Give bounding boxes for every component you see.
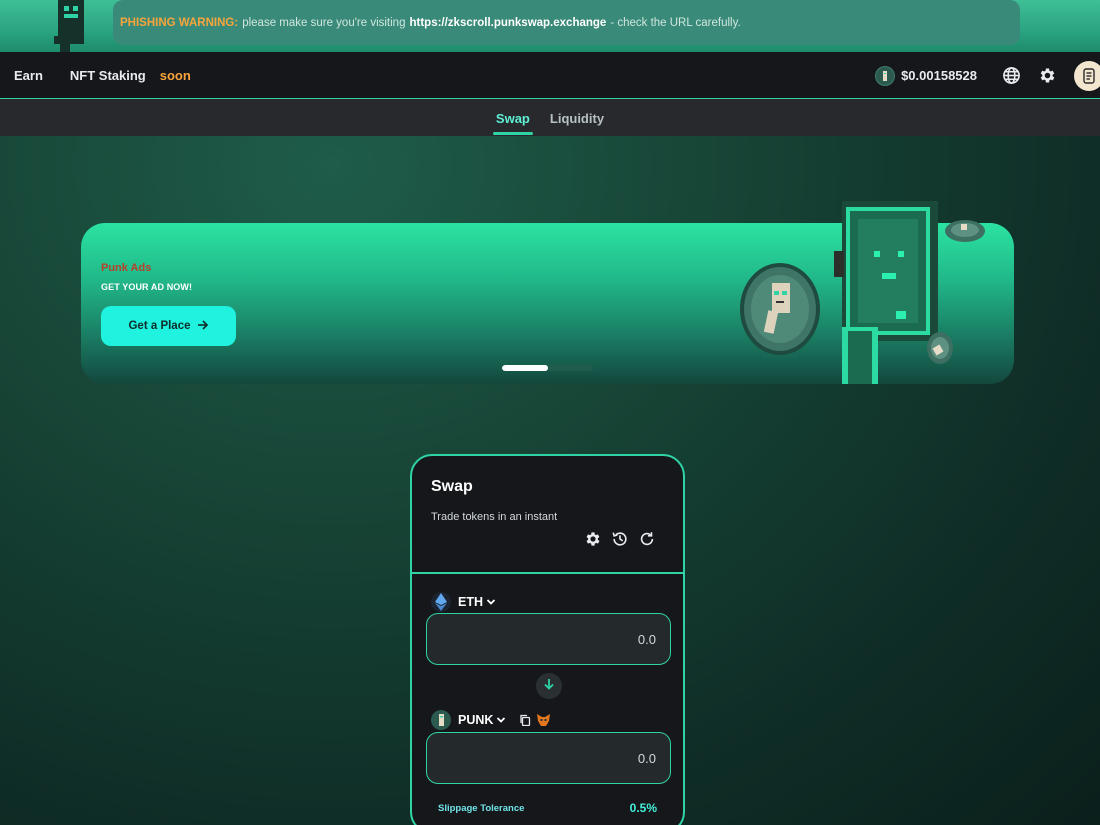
soon-badge: soon bbox=[159, 67, 191, 83]
eth-icon bbox=[431, 592, 451, 612]
scroll-avatar-icon[interactable] bbox=[1074, 60, 1100, 91]
token-price-chip[interactable]: $0.00158528 bbox=[875, 65, 977, 86]
from-amount-input[interactable]: 0.0 bbox=[426, 613, 671, 665]
arrow-down-icon bbox=[543, 677, 555, 695]
punk-coin-icon bbox=[875, 65, 896, 86]
phishing-warning-label: PHISHING WARNING: bbox=[120, 16, 239, 29]
refresh-icon[interactable] bbox=[637, 529, 657, 549]
punk-coin-image bbox=[926, 326, 956, 366]
swap-tools bbox=[576, 529, 657, 549]
get-a-place-button[interactable]: Get a Place bbox=[101, 306, 236, 346]
punk-coin-icon bbox=[431, 710, 451, 730]
from-token-symbol: ETH bbox=[458, 595, 483, 609]
tab-swap[interactable]: Swap bbox=[492, 99, 533, 136]
token-price: $0.00158528 bbox=[901, 68, 977, 83]
nav-right-group: $0.00158528 bbox=[875, 52, 1100, 99]
phishing-message-before: please make sure you're visiting bbox=[242, 16, 406, 29]
swap-card: Swap Trade tokens in an instant ETH 0.0 … bbox=[410, 454, 685, 825]
swap-title: Swap bbox=[431, 478, 473, 495]
slippage-row: Slippage Tolerance 0.5% bbox=[438, 801, 657, 815]
phishing-bar: PHISHING WARNING: please make sure you'r… bbox=[0, 0, 1100, 52]
ad-subtitle: GET YOUR AD NOW! bbox=[101, 282, 193, 292]
to-token-symbol: PUNK bbox=[458, 713, 494, 727]
punk-mascot-icon bbox=[54, 0, 90, 52]
copy-icon[interactable] bbox=[518, 714, 531, 727]
metamask-icon[interactable] bbox=[537, 714, 551, 727]
to-token-selector[interactable]: PUNK bbox=[431, 710, 551, 730]
nav-item-nft-staking[interactable]: NFT Staking bbox=[70, 68, 146, 83]
from-amount-value: 0.0 bbox=[637, 631, 656, 647]
from-token-selector[interactable]: ETH bbox=[431, 592, 496, 612]
slippage-label: Slippage Tolerance bbox=[438, 802, 525, 814]
ad-title: Punk Ads bbox=[101, 262, 152, 274]
chevron-down-icon bbox=[496, 716, 506, 724]
swap-subtabs: Swap Liquidity bbox=[0, 99, 1100, 136]
swap-subtitle: Trade tokens in an instant bbox=[431, 511, 558, 523]
history-icon[interactable] bbox=[610, 529, 630, 549]
carousel-indicator-fill bbox=[502, 365, 548, 371]
phishing-warning-message: PHISHING WARNING: please make sure you'r… bbox=[113, 0, 1020, 45]
to-amount-input[interactable]: 0.0 bbox=[426, 732, 671, 784]
get-a-place-label: Get a Place bbox=[128, 320, 191, 332]
chevron-down-icon bbox=[486, 598, 496, 606]
to-amount-value: 0.0 bbox=[637, 750, 656, 766]
nav-item-earn[interactable]: Earn bbox=[14, 68, 43, 83]
carousel-indicator[interactable] bbox=[502, 365, 593, 371]
phishing-message-after: - check the URL carefully. bbox=[610, 16, 741, 29]
settings-icon[interactable] bbox=[583, 529, 603, 549]
slippage-value[interactable]: 0.5% bbox=[630, 801, 657, 815]
top-nav: Earn NFT Staking soon $0.00158528 bbox=[0, 52, 1100, 99]
phishing-url: https://zkscroll.punkswap.exchange bbox=[409, 16, 607, 29]
swap-card-header: Swap Trade tokens in an instant bbox=[412, 456, 683, 574]
ad-banner: Punk Ads GET YOUR AD NOW! Get a Place bbox=[81, 201, 1014, 384]
gear-icon[interactable] bbox=[1036, 65, 1058, 87]
globe-icon[interactable] bbox=[1000, 65, 1022, 87]
tab-liquidity[interactable]: Liquidity bbox=[550, 99, 604, 136]
punk-coin-image bbox=[939, 219, 987, 249]
arrow-right-icon bbox=[197, 319, 209, 334]
punk-coin-image bbox=[736, 263, 822, 359]
switch-tokens-button[interactable] bbox=[536, 673, 562, 699]
